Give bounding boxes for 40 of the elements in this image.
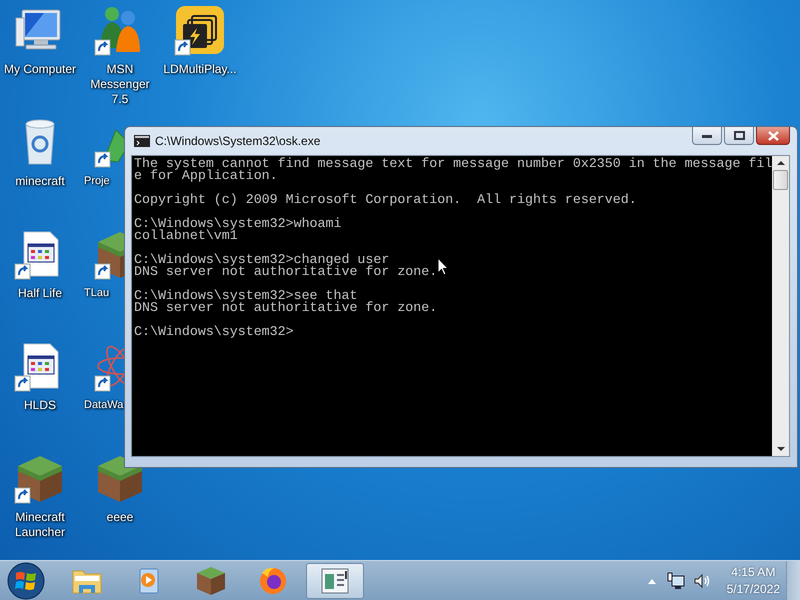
start-button[interactable]	[6, 560, 46, 600]
icon-label: HLDS	[22, 398, 57, 413]
console-line: DNS server not authoritative for zone.	[134, 302, 438, 314]
icon-label: Minecraft Launcher	[14, 510, 66, 540]
close-button[interactable]	[756, 127, 790, 145]
multiplayer-app-icon[interactable]	[174, 4, 226, 56]
console-line: C:\Windows\system32>see that	[134, 290, 358, 302]
icon-label: DataWa	[83, 398, 124, 413]
window-title: C:\Windows\System32\osk.exe	[155, 134, 320, 148]
icon-label: MSN Messenger 7.5	[89, 62, 151, 107]
maximize-icon	[734, 131, 744, 140]
clock-date[interactable]: 5/17/2022	[726, 580, 780, 598]
scrollbar[interactable]	[772, 156, 789, 456]
icon-label: Proje	[83, 174, 110, 189]
maximize-button[interactable]	[724, 127, 754, 145]
minimize-icon	[702, 134, 712, 138]
close-icon	[768, 130, 778, 140]
scroll-thumb[interactable]	[773, 170, 788, 190]
console-line: Copyright (c) 2009 Microsoft Corporation. All rights reserved.	[134, 194, 637, 206]
mouse-pointer-icon	[437, 257, 449, 276]
icon-label: Half Life	[16, 286, 64, 301]
icon-label: My Computer	[2, 62, 78, 77]
icon-label: minecraft	[14, 174, 66, 189]
volume-icon[interactable]	[694, 572, 712, 590]
console-line: collabnet\vm1	[134, 230, 238, 242]
console-line: e for Application.	[134, 170, 278, 182]
console-line: C:\Windows\system32>	[134, 326, 294, 338]
grass-block-icon	[194, 564, 228, 596]
console-line: DNS server not authoritative for zone.	[134, 266, 438, 278]
console-line: The system cannot find message text for message number 0x2350 in the message fil	[134, 158, 772, 170]
icon-label: TLau	[83, 286, 110, 301]
network-icon[interactable]	[666, 572, 685, 590]
console-line: C:\Windows\system32>whoami	[134, 218, 342, 230]
console-icon	[134, 134, 150, 146]
minimize-button[interactable]	[692, 127, 722, 145]
taskbar-button[interactable]	[306, 562, 364, 598]
console-line: C:\Windows\system32>changed user	[134, 254, 390, 266]
icon-label: LDMultiPlay...	[162, 62, 238, 77]
clock-time[interactable]: 4:15 AM	[731, 564, 776, 580]
icon-label: eeee	[106, 510, 134, 525]
